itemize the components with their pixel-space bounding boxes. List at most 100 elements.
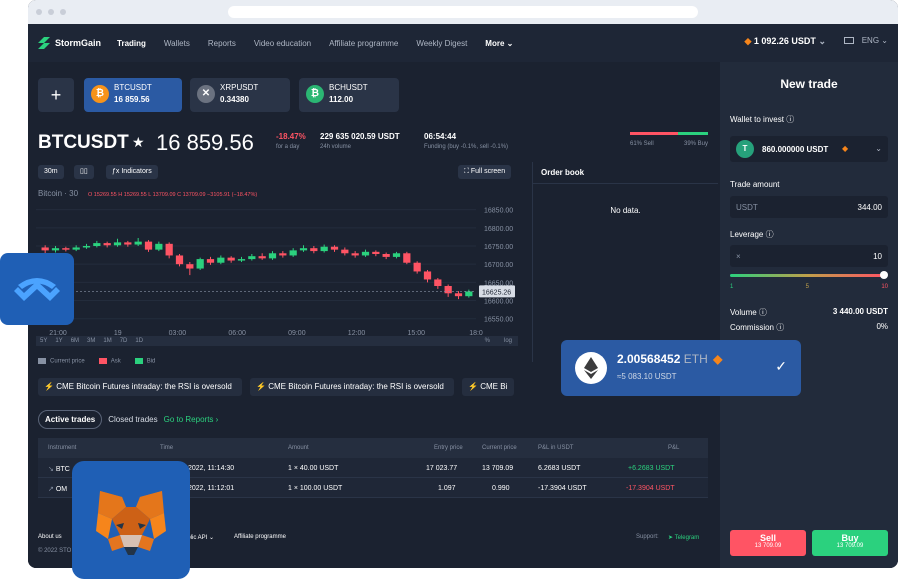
favorite-star-icon[interactable]: ★: [132, 134, 145, 151]
ticker-bchusdt[interactable]: ₿ BCHUSDT 112.00: [299, 78, 399, 112]
wallet-app-tile: [0, 253, 74, 325]
candle-body: [93, 243, 101, 246]
news-item[interactable]: ⚡ CME Bitcoin Futures intraday: the RSI …: [250, 378, 454, 396]
window-dot[interactable]: [60, 9, 66, 15]
buy-button[interactable]: Buy 13 709.09: [812, 530, 888, 556]
volume-value: 229 635 020.59 USDT: [320, 132, 400, 141]
candle-body: [217, 257, 225, 263]
affiliate-link[interactable]: Affiliate programme: [234, 534, 286, 540]
scale-toggle[interactable]: %: [485, 338, 490, 344]
add-instrument-button[interactable]: +: [38, 78, 74, 112]
stormgain-logo[interactable]: StormGain: [38, 37, 101, 49]
candle-body: [155, 243, 163, 250]
news-item[interactable]: ⚡ CME Bi: [462, 378, 514, 396]
col-instrument: Instrument: [48, 445, 77, 451]
tab-closed-trades[interactable]: Closed trades: [108, 415, 157, 424]
window-dot[interactable]: [36, 9, 42, 15]
eth-deposit-card[interactable]: 2.00568452 ETH ◆ ≈5 083.10 USDT ✓: [561, 340, 801, 396]
range-button[interactable]: 1Y: [55, 338, 62, 344]
y-tick-label: 16600.00: [484, 299, 513, 306]
trade-amount-input[interactable]: USDT 344.00: [730, 196, 888, 218]
legend-label: Bid: [146, 358, 156, 365]
telegram-link[interactable]: ➤ Telegram: [668, 534, 699, 541]
news-text: CME Bi: [480, 382, 508, 391]
indicators-button[interactable]: ƒx Indicators: [106, 165, 158, 179]
news-item[interactable]: ⚡ CME Bitcoin Futures intraday: the RSI …: [38, 378, 242, 396]
nav-video-education[interactable]: Video education: [254, 39, 311, 48]
amount: 1 × 40.00 USDT: [288, 465, 339, 472]
nav-wallets[interactable]: Wallets: [164, 39, 190, 48]
news-text: CME Bitcoin Futures intraday: the RSI is…: [56, 382, 232, 391]
y-tick-label: 16750.00: [484, 244, 513, 251]
nav-more[interactable]: More ⌄: [485, 39, 513, 48]
buy-ratio-fill: [677, 132, 708, 135]
tick-mid: 5: [805, 284, 809, 290]
commission-label: Commission: [730, 323, 775, 332]
ticker-btcusdt[interactable]: ₿ BTCUSDT 16 859.56: [84, 78, 182, 112]
range-button[interactable]: 6M: [71, 338, 79, 344]
eth-unit: ETH: [683, 352, 708, 366]
instrument-name: OM: [55, 486, 68, 493]
pnl-usdt: 6.2683 USDT: [538, 465, 581, 472]
scale-toggle[interactable]: log: [504, 338, 512, 344]
wallet-select[interactable]: T 860.000000 USDT ◆ ⌄: [730, 136, 888, 162]
nav-weekly-digest[interactable]: Weekly Digest: [416, 39, 467, 48]
range-button[interactable]: 3M: [87, 338, 95, 344]
table-header: Instrument Time Amount Entry price Curre…: [38, 438, 708, 458]
sell-button[interactable]: Sell 13 709.09: [730, 530, 806, 556]
range-button[interactable]: 7D: [120, 338, 128, 344]
nav-trading[interactable]: Trading: [117, 39, 146, 48]
top-nav: StormGain Trading Wallets Reports Video …: [28, 24, 898, 62]
interval-select[interactable]: 30m: [38, 165, 64, 179]
arrow-up-right-icon: ↗: [48, 486, 54, 493]
candle-body: [330, 246, 339, 250]
col-entry: Entry price: [434, 445, 463, 451]
range-button[interactable]: 1M: [103, 338, 111, 344]
ticker-xrpusdt[interactable]: ✕ XRPUSDT 0.34380: [190, 78, 290, 112]
tab-active-trades[interactable]: Active trades: [38, 410, 103, 429]
leverage-prefix: ×: [736, 252, 741, 261]
go-to-reports-link[interactable]: Go to Reports ›: [164, 415, 219, 424]
mail-icon[interactable]: [844, 37, 854, 44]
balance-display[interactable]: ◆ 1 092.26 USDT ⌄: [744, 36, 826, 47]
leverage-slider[interactable]: [730, 271, 888, 279]
price-chart[interactable]: 16850.0016800.0016750.0016700.0016650.00…: [36, 186, 518, 336]
checkmark-icon: ✓: [775, 358, 787, 374]
info-icon[interactable]: ⓘ: [759, 308, 767, 317]
slider-handle[interactable]: [880, 271, 888, 279]
sell-ratio-fill: [630, 132, 678, 135]
info-icon[interactable]: ⓘ: [766, 230, 774, 239]
entry-price: 17 023.77: [426, 465, 458, 472]
eth-amount: 2.00568452: [617, 352, 681, 366]
volume-stat: 229 635 020.59 USDT 24h volume: [320, 132, 400, 150]
nav-affiliate[interactable]: Affiliate programme: [329, 39, 398, 48]
col-time[interactable]: Time: [160, 445, 173, 451]
fullscreen-button[interactable]: ⛶ Full screen: [458, 165, 512, 179]
candle-body: [413, 262, 421, 272]
wallet-label-text: Wallet to invest: [730, 115, 784, 124]
pnl: -17.3904 USDT: [626, 485, 675, 492]
chart-type-icon[interactable]: ▯▯: [74, 165, 94, 179]
candle-body: [237, 259, 246, 261]
candle-body: [268, 253, 277, 259]
bitcoin-cash-icon: ₿: [306, 85, 324, 103]
daily-change-value: -18.47%: [276, 132, 306, 141]
about-link[interactable]: About us: [38, 534, 62, 540]
candle-body: [289, 250, 297, 256]
browser-bar: [28, 0, 898, 24]
funding-stat: 06:54:44 Funding (buy -0.1%, sell -0.1%): [424, 132, 508, 150]
window-dot[interactable]: [48, 9, 54, 15]
bitcoin-icon: ₿: [91, 85, 109, 103]
range-button[interactable]: 5Y: [40, 338, 47, 344]
language-select[interactable]: ENG ⌄: [862, 36, 888, 45]
nav-reports[interactable]: Reports: [208, 39, 236, 48]
candle-body: [41, 247, 49, 251]
legend-current-price: Current price: [38, 358, 85, 365]
info-icon[interactable]: ⓘ: [786, 115, 794, 124]
candle-body: [361, 251, 370, 256]
lightning-icon: ⚡: [44, 382, 54, 391]
address-bar[interactable]: [228, 6, 698, 18]
leverage-input[interactable]: × 10: [730, 245, 888, 267]
info-icon[interactable]: ⓘ: [776, 323, 784, 332]
range-button[interactable]: 1D: [135, 338, 143, 344]
